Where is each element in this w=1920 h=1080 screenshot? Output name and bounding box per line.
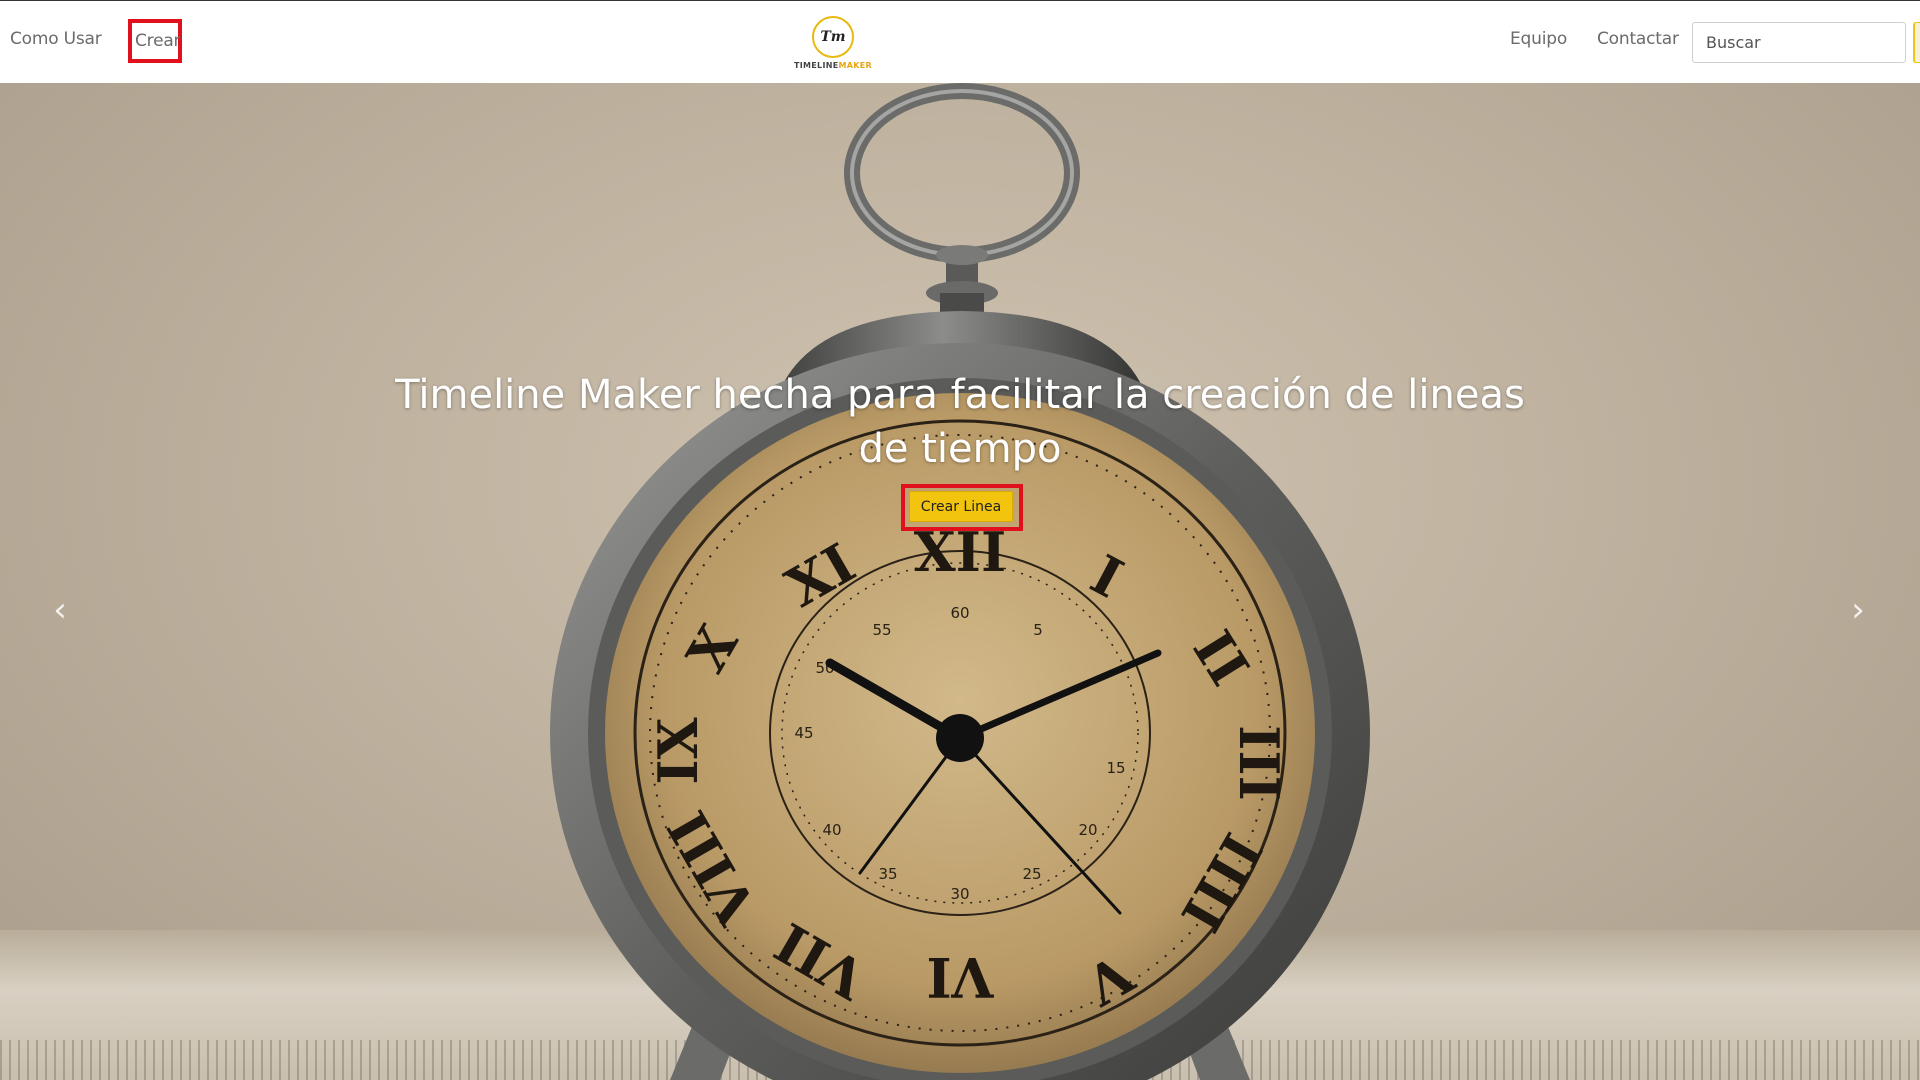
logo-text-primary: TIMELINE [794,61,839,70]
logo-text: TIMELINEMAKER [793,61,873,70]
clock-minute-label: 30 [950,885,969,903]
clock-minute-label: 60 [950,604,969,622]
hero-clock-image: XII I II III IIII V VI VII VIII IX X XI … [550,83,1370,1080]
clock-minute-label: 15 [1106,759,1125,777]
hero-carousel: XII I II III IIII V VI VII VIII IX X XI … [0,83,1920,1080]
crear-linea-button[interactable]: Crear Linea [909,491,1013,522]
search-input[interactable] [1692,22,1906,63]
clock-minute-label: 40 [822,821,841,839]
clock-minute-label: 35 [878,865,897,883]
search-button[interactable] [1913,22,1920,63]
clock-minute-label: 5 [1033,621,1043,639]
logo-monogram: Tm [812,16,854,58]
nav-link-contactar[interactable]: Contactar [1597,29,1679,49]
navbar: Como Usar Crear Tm TIMELINEMAKER Equipo … [0,0,1920,83]
clock-numeral: VI [926,945,994,1009]
logo-text-accent: MAKER [838,61,872,70]
hero-title: Timeline Maker hecha para facilitar la c… [395,372,1525,472]
logo[interactable]: Tm TIMELINEMAKER [793,14,873,74]
nav-link-equipo[interactable]: Equipo [1510,29,1567,49]
nav-link-crear[interactable]: Crear [128,19,182,63]
clock-minute-label: 25 [1022,865,1041,883]
clock-minute-label: 45 [794,724,813,742]
nav-link-como-usar[interactable]: Como Usar [10,29,102,49]
clock-minute-label: 20 [1078,821,1097,839]
clock-minute-label: 55 [872,621,891,639]
chevron-right-icon[interactable]: › [1843,593,1873,627]
clock-numeral: IX [646,717,710,784]
chevron-left-icon[interactable]: ‹ [45,593,75,627]
clock-numeral: III [1227,725,1291,801]
